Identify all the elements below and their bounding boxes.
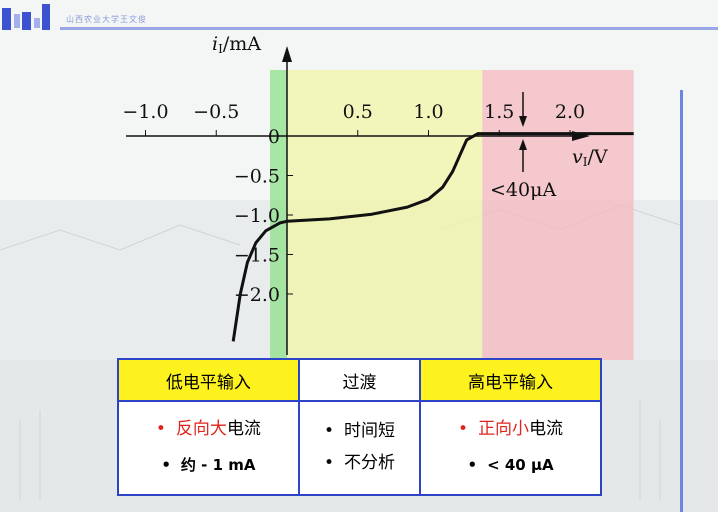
x-tick-label-5: 2.0: [555, 101, 585, 123]
y-axis-arrow: [282, 46, 292, 62]
y-tick-label-2: −1.0: [234, 205, 280, 227]
transition-line-2: • 不分析: [323, 453, 395, 473]
input-level-table: 低电平输入 过渡 高电平输入 • 反向大电流 • 约 - 1 mA • 时间短 • 不分…: [117, 358, 602, 496]
y-tick-label-0: 0: [268, 126, 280, 148]
x-tick-label-0: −1.0: [122, 101, 168, 123]
low-input-line-1: • 反向大电流: [155, 419, 261, 439]
y-tick-label-1: −0.5: [234, 166, 280, 188]
header-low-input: 低电平输入: [117, 358, 300, 402]
low-input-black-text: 电流: [226, 419, 261, 439]
high-input-line-2: • < 40 μA: [467, 456, 554, 474]
high-input-line-1: • 正向小电流: [458, 419, 564, 439]
y-tick-label-3: −1.5: [234, 245, 280, 267]
transition-line-1: • 时间短: [323, 421, 395, 441]
x-tick-label-3: 1.0: [413, 101, 443, 123]
high-input-red-text: 正向小: [478, 419, 530, 439]
x-axis-label: vI/V: [572, 146, 608, 169]
x-tick-label-4: 1.5: [484, 101, 514, 123]
cell-high-input: • 正向小电流 • < 40 μA: [419, 400, 602, 496]
region-1: [287, 70, 483, 360]
low-input-red-text: 反向大: [175, 419, 227, 439]
high-input-black-text: 电流: [529, 419, 564, 439]
y-axis-label: iI/mA: [212, 33, 261, 56]
low-input-line-2: • 约 - 1 mA: [161, 456, 256, 474]
x-tick-label-2: 0.5: [343, 101, 373, 123]
annotation-label: <40μA: [490, 179, 556, 201]
x-tick-label-1: −0.5: [193, 101, 239, 123]
cell-transition: • 时间短 • 不分析: [297, 400, 422, 496]
cell-low-input: • 反向大电流 • 约 - 1 mA: [117, 400, 300, 496]
header-high-input: 高电平输入: [419, 358, 602, 402]
header-transition: 过渡: [297, 358, 422, 402]
